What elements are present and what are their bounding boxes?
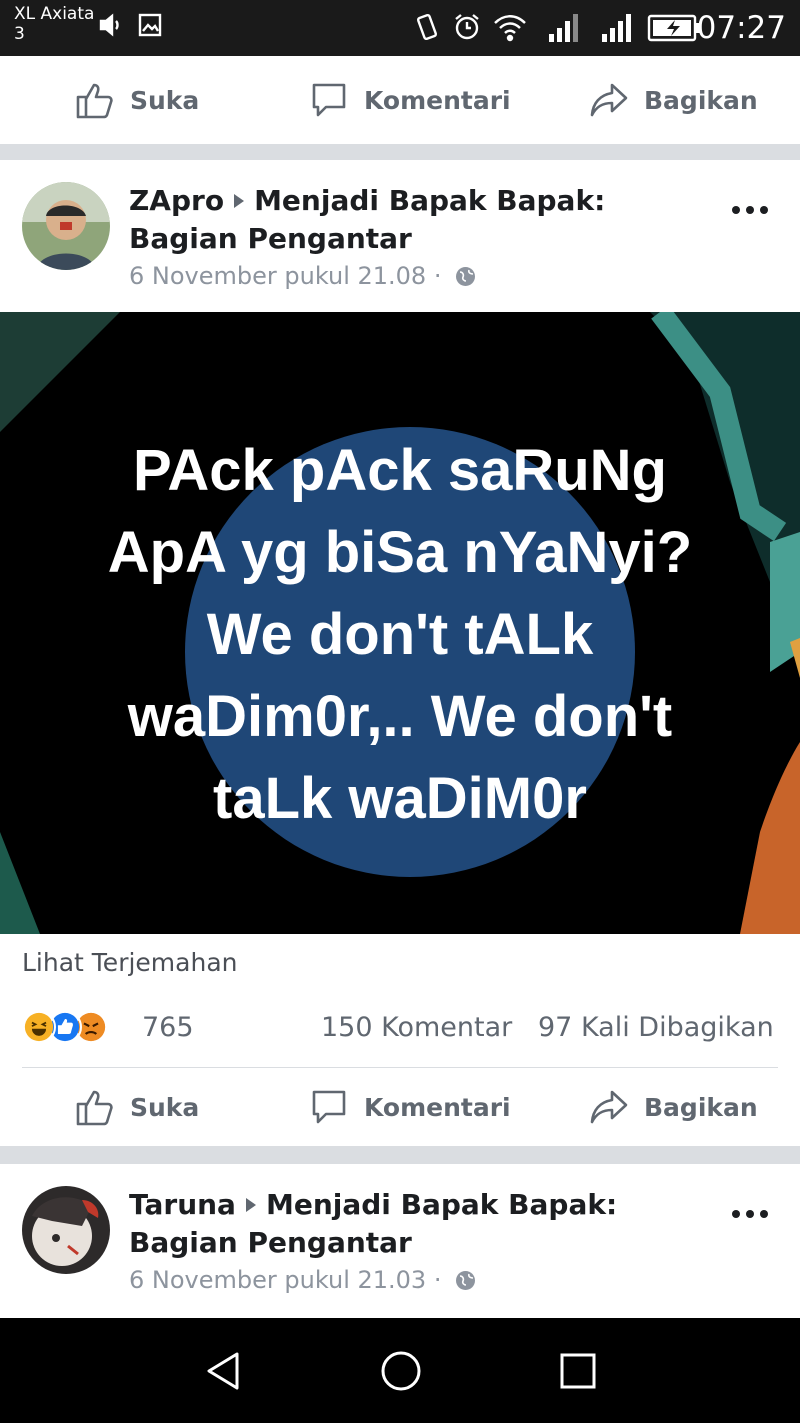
post-title: Taruna Menjadi Bapak Bapak: Bagian Pengan… [129,1186,709,1262]
like-button[interactable]: Suka [74,56,199,144]
battery-charging-icon [647,14,701,42]
caption-line: waDim0r,.. We don't [127,684,673,749]
comment-label: Komentari [364,1092,511,1122]
caption-line: ApA yg biSa nYaNyi? [107,520,693,585]
timestamp-text[interactable]: 6 November pukul 21.03 · [129,1266,441,1294]
reaction-icons[interactable] [22,1010,108,1044]
image-notification-icon [138,13,162,37]
home-icon[interactable] [378,1348,424,1394]
volume-icon [99,13,119,37]
more-dot-icon [732,1210,740,1218]
author-name[interactable]: Taruna [129,1188,236,1221]
more-dot-icon [732,206,740,214]
comment-icon [312,83,346,117]
author-name[interactable]: ZApro [129,184,224,217]
like-label: Suka [130,85,200,115]
caption-line: PAck pAck saRuNg [133,438,667,503]
like-label: Suka [130,1092,200,1122]
share-count[interactable]: 97 Kali Dibagikan [538,1012,774,1043]
share-label: Bagikan [644,85,758,115]
more-options-button[interactable] [732,200,772,220]
wifi-icon [494,15,526,42]
see-translation-link[interactable]: Lihat Terjemahan [22,948,237,977]
carrier-label: XL Axiata 3 [14,4,94,44]
post-header: Taruna Menjadi Bapak Bapak: Bagian Pengan… [0,1164,800,1318]
more-options-button[interactable] [732,1204,772,1224]
image-caption: PAck pAck saRuNg ApA yg biSa nYaNyi? We … [0,430,800,840]
signal-icon [549,14,578,42]
signal-icon [602,14,631,42]
post-timestamp: 6 November pukul 21.03 · [129,1266,476,1294]
navigation-bar [0,1318,800,1423]
thumbs-up-icon [76,83,113,119]
globe-icon [456,1271,476,1290]
comment-button[interactable]: Komentari [308,1068,511,1146]
back-icon[interactable] [201,1348,247,1394]
share-button[interactable]: Bagikan [588,56,758,144]
reaction-count[interactable]: 765 [142,1012,194,1043]
more-dot-icon [760,1210,768,1218]
arrow-right-icon [245,1197,256,1212]
avatar[interactable] [22,1186,110,1274]
globe-icon [456,267,476,286]
recents-icon[interactable] [555,1348,601,1394]
like-button[interactable]: Suka [74,1068,199,1146]
share-button[interactable]: Bagikan [588,1068,758,1146]
caption-line: taLk waDiM0r [213,766,587,831]
comment-icon [312,1090,346,1124]
post-title: ZApro Menjadi Bapak Bapak: Bagian Pengant… [129,182,709,258]
haha-icon [22,1010,56,1044]
share-icon [590,83,628,117]
carrier-name: XL Axiata [14,4,95,24]
share-icon [590,1090,628,1124]
more-dot-icon [746,206,754,214]
action-bar-top: Suka Komentari Bagikan [0,56,800,144]
arrow-right-icon [234,193,245,208]
profile-photo-icon [22,1186,110,1274]
post-image[interactable]: PAck pAck saRuNg ApA yg biSa nYaNyi? We … [0,312,800,934]
status-bar: XL Axiata 3 07:27 [0,0,800,56]
more-dot-icon [746,1210,754,1218]
action-bar: Suka Komentari Bagikan [0,1068,800,1146]
alarm-icon [455,14,479,40]
caption-line: We don't tALk [206,602,594,667]
vibrate-icon [416,13,438,41]
post-header: ZApro Menjadi Bapak Bapak: Bagian Pengant… [0,160,800,312]
comment-button[interactable]: Komentari [308,56,511,144]
comment-count[interactable]: 150 Komentar [321,1012,512,1043]
carrier-slot: 3 [14,24,25,44]
thumbs-up-icon [76,1090,113,1126]
profile-photo-icon [22,182,110,270]
clock: 07:27 [696,10,786,46]
share-label: Bagikan [644,1092,758,1122]
comment-label: Komentari [364,85,511,115]
timestamp-text[interactable]: 6 November pukul 21.08 · [129,262,441,290]
more-dot-icon [760,206,768,214]
post-timestamp: 6 November pukul 21.08 · [129,262,476,290]
avatar[interactable] [22,182,110,270]
